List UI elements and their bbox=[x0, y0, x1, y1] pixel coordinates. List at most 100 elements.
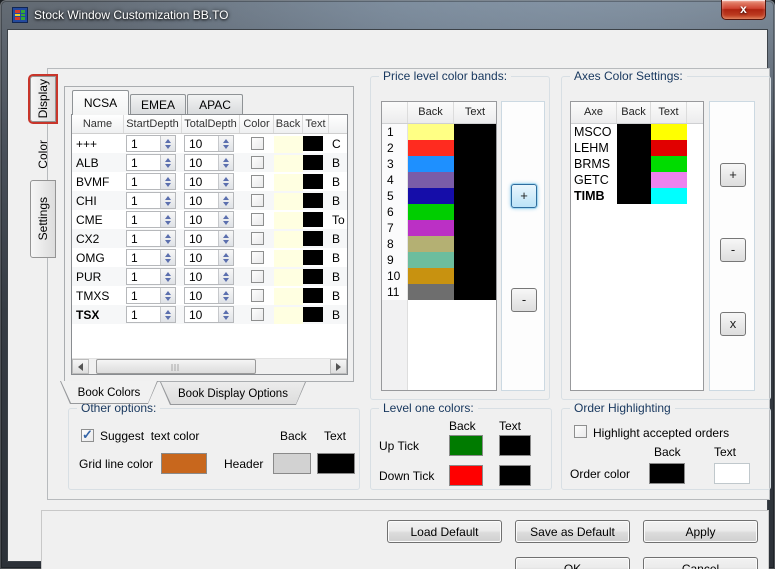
total-depth-spinner[interactable]: 10 bbox=[184, 211, 234, 228]
total-depth-input[interactable]: 10 bbox=[185, 193, 218, 208]
header-back-swatch[interactable] bbox=[273, 453, 311, 474]
axe-back-swatch[interactable] bbox=[617, 140, 651, 156]
total-depth-input[interactable]: 10 bbox=[185, 288, 218, 303]
axe-text-swatch[interactable] bbox=[651, 156, 687, 172]
total-depth-spinner[interactable]: 10 bbox=[184, 173, 234, 190]
start-depth-spinner[interactable]: 1 bbox=[126, 230, 176, 247]
total-depth-spin-buttons[interactable] bbox=[218, 269, 233, 284]
color-checkbox[interactable] bbox=[250, 232, 264, 245]
total-depth-input[interactable]: 10 bbox=[185, 155, 218, 170]
back-color-swatch[interactable] bbox=[274, 230, 303, 248]
side-tab-display[interactable]: Display bbox=[28, 74, 58, 124]
tab-book-display-options[interactable]: Book Display Options bbox=[160, 382, 306, 405]
band-text-swatch[interactable] bbox=[454, 140, 496, 156]
back-color-swatch[interactable] bbox=[274, 192, 303, 210]
start-depth-spin-buttons[interactable] bbox=[160, 269, 175, 284]
grid-line-color-swatch[interactable] bbox=[161, 453, 207, 474]
start-depth-spin-buttons[interactable] bbox=[160, 136, 175, 151]
region-tab-ncsa[interactable]: NCSA bbox=[72, 90, 129, 115]
band-back-swatch[interactable] bbox=[408, 172, 454, 188]
total-depth-input[interactable]: 10 bbox=[185, 269, 218, 284]
total-depth-input[interactable]: 10 bbox=[185, 136, 218, 151]
delete-axe-button[interactable]: x bbox=[720, 312, 746, 336]
back-color-swatch[interactable] bbox=[274, 135, 303, 153]
total-depth-spinner[interactable]: 10 bbox=[184, 230, 234, 247]
band-text-swatch[interactable] bbox=[454, 156, 496, 172]
column-header-startdepth[interactable]: StartDepth bbox=[124, 115, 182, 133]
text-color-swatch[interactable] bbox=[303, 307, 323, 322]
down-tick-text-swatch[interactable] bbox=[499, 465, 531, 486]
total-depth-input[interactable]: 10 bbox=[185, 174, 218, 189]
band-back-swatch[interactable] bbox=[408, 140, 454, 156]
text-color-swatch[interactable] bbox=[303, 136, 323, 151]
start-depth-spinner[interactable]: 1 bbox=[126, 287, 176, 304]
column-header-name[interactable]: Name bbox=[72, 115, 124, 133]
add-band-button[interactable]: + bbox=[511, 184, 537, 208]
total-depth-input[interactable]: 10 bbox=[185, 212, 218, 227]
total-depth-spin-buttons[interactable] bbox=[218, 288, 233, 303]
band-text-swatch[interactable] bbox=[454, 236, 496, 252]
start-depth-spin-buttons[interactable] bbox=[160, 250, 175, 265]
side-tab-settings[interactable]: Settings bbox=[30, 180, 56, 258]
start-depth-spin-buttons[interactable] bbox=[160, 155, 175, 170]
back-color-swatch[interactable] bbox=[274, 306, 303, 324]
axe-text-swatch[interactable] bbox=[651, 140, 687, 156]
total-depth-spin-buttons[interactable] bbox=[218, 174, 233, 189]
total-depth-spin-buttons[interactable] bbox=[218, 193, 233, 208]
axe-text-swatch[interactable] bbox=[651, 124, 687, 140]
axe-back-swatch[interactable] bbox=[617, 156, 651, 172]
color-checkbox[interactable] bbox=[250, 175, 264, 188]
start-depth-input[interactable]: 1 bbox=[127, 307, 160, 322]
band-text-swatch[interactable] bbox=[454, 284, 496, 300]
band-back-swatch[interactable] bbox=[408, 284, 454, 300]
text-color-swatch[interactable] bbox=[303, 193, 323, 208]
text-color-swatch[interactable] bbox=[303, 288, 323, 303]
remove-axe-button[interactable]: - bbox=[720, 238, 746, 262]
total-depth-spinner[interactable]: 10 bbox=[184, 306, 234, 323]
start-depth-spinner[interactable]: 1 bbox=[126, 173, 176, 190]
horizontal-scrollbar[interactable] bbox=[72, 358, 347, 374]
band-back-swatch[interactable] bbox=[408, 124, 454, 140]
back-color-swatch[interactable] bbox=[274, 287, 303, 305]
start-depth-input[interactable]: 1 bbox=[127, 136, 160, 151]
total-depth-spinner[interactable]: 10 bbox=[184, 268, 234, 285]
band-back-swatch[interactable] bbox=[408, 188, 454, 204]
band-back-swatch[interactable] bbox=[408, 220, 454, 236]
tab-book-colors[interactable]: Book Colors bbox=[60, 381, 158, 404]
total-depth-spinner[interactable]: 10 bbox=[184, 192, 234, 209]
title-bar[interactable]: Stock Window Customization BB.TO x bbox=[0, 0, 775, 30]
up-tick-text-swatch[interactable] bbox=[499, 435, 531, 456]
remove-band-button[interactable]: - bbox=[511, 288, 537, 312]
text-color-swatch[interactable] bbox=[303, 212, 323, 227]
start-depth-spin-buttons[interactable] bbox=[160, 307, 175, 322]
start-depth-input[interactable]: 1 bbox=[127, 155, 160, 170]
start-depth-spin-buttons[interactable] bbox=[160, 288, 175, 303]
axe-text-swatch[interactable] bbox=[651, 188, 687, 204]
total-depth-spin-buttons[interactable] bbox=[218, 231, 233, 246]
column-header-color[interactable]: Color bbox=[240, 115, 274, 133]
start-depth-spinner[interactable]: 1 bbox=[126, 268, 176, 285]
total-depth-input[interactable]: 10 bbox=[185, 250, 218, 265]
scroll-right-button[interactable] bbox=[330, 359, 347, 374]
start-depth-spinner[interactable]: 1 bbox=[126, 192, 176, 209]
band-back-swatch[interactable] bbox=[408, 204, 454, 220]
ok-button[interactable]: OK bbox=[515, 557, 630, 569]
color-checkbox[interactable] bbox=[250, 213, 264, 226]
band-text-swatch[interactable] bbox=[454, 124, 496, 140]
start-depth-input[interactable]: 1 bbox=[127, 193, 160, 208]
axe-back-swatch[interactable] bbox=[617, 124, 651, 140]
color-checkbox[interactable] bbox=[250, 137, 264, 150]
total-depth-spin-buttons[interactable] bbox=[218, 307, 233, 322]
start-depth-spinner[interactable]: 1 bbox=[126, 249, 176, 266]
band-back-swatch[interactable] bbox=[408, 252, 454, 268]
back-color-swatch[interactable] bbox=[274, 268, 303, 286]
color-checkbox[interactable] bbox=[250, 251, 264, 264]
back-color-swatch[interactable] bbox=[274, 173, 303, 191]
scroll-left-button[interactable] bbox=[72, 359, 89, 374]
start-depth-input[interactable]: 1 bbox=[127, 269, 160, 284]
total-depth-spin-buttons[interactable] bbox=[218, 155, 233, 170]
down-tick-back-swatch[interactable] bbox=[449, 465, 483, 486]
band-text-swatch[interactable] bbox=[454, 268, 496, 284]
total-depth-spin-buttons[interactable] bbox=[218, 136, 233, 151]
start-depth-spin-buttons[interactable] bbox=[160, 174, 175, 189]
